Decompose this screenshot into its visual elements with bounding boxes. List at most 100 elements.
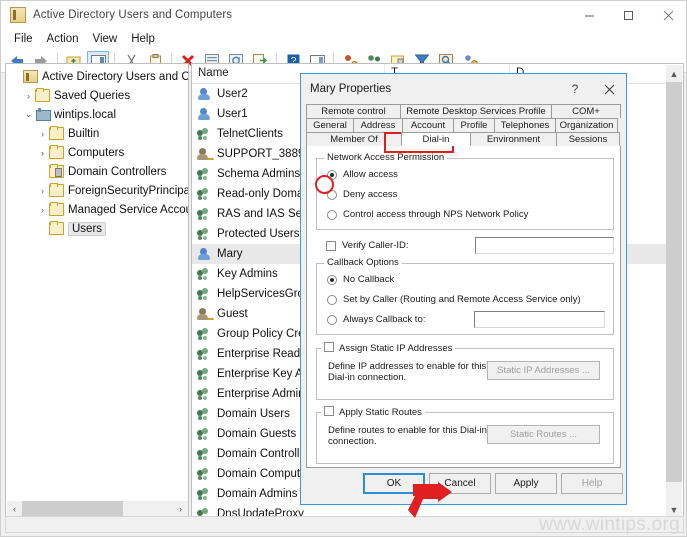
tree-item-domain-controllers[interactable]: Domain Controllers bbox=[8, 162, 188, 181]
group-icon bbox=[197, 327, 212, 341]
minimize-button[interactable] bbox=[570, 1, 609, 29]
menu-help[interactable]: Help bbox=[126, 32, 164, 47]
tab-account[interactable]: Account bbox=[402, 118, 454, 132]
assign-static-ip-checkbox[interactable] bbox=[324, 342, 334, 352]
folder-icon bbox=[35, 88, 50, 102]
tree-item-saved-queries[interactable]: › Saved Queries bbox=[8, 86, 188, 105]
tab-dial-in[interactable]: Dial-in bbox=[401, 132, 471, 146]
group-icon bbox=[197, 347, 212, 361]
folder-icon bbox=[49, 202, 64, 216]
folder-icon bbox=[49, 183, 64, 197]
tree-item-wintips-local[interactable]: ⌄ wintips.local bbox=[8, 105, 188, 124]
list-item-label: User1 bbox=[217, 108, 248, 120]
tab-organization[interactable]: Organization bbox=[555, 118, 618, 132]
radio-dot-icon bbox=[327, 209, 337, 220]
tree-item-root[interactable]: Active Directory Users and Computers bbox=[8, 67, 188, 86]
tab-com-plus[interactable]: COM+ bbox=[551, 104, 621, 118]
tree-item-foreignsecurityprincipals[interactable]: › ForeignSecurityPrincipals bbox=[8, 181, 188, 200]
assign-static-ip-legend-wrap[interactable]: Assign Static IP Addresses bbox=[321, 342, 456, 354]
tree-twisty[interactable]: › bbox=[36, 126, 49, 142]
dial-in-tab-panel: Network Access Permission Allow access D… bbox=[306, 146, 621, 468]
dialog-help-button[interactable]: ? bbox=[558, 74, 592, 104]
tab-member-of[interactable]: Member Of bbox=[306, 132, 402, 146]
tree-item-label: wintips.local bbox=[54, 108, 116, 121]
folder-icon bbox=[49, 221, 64, 235]
close-button[interactable] bbox=[648, 1, 686, 29]
tab-environment[interactable]: Environment bbox=[470, 132, 557, 146]
list-item-label: Mary bbox=[217, 248, 243, 260]
apply-static-routes-label: Apply Static Routes bbox=[339, 407, 422, 418]
tab-general[interactable]: General bbox=[306, 118, 354, 132]
console-icon bbox=[10, 7, 26, 23]
tab-remote-desktop-services-profile[interactable]: Remote Desktop Services Profile bbox=[400, 104, 552, 118]
scroll-right-icon[interactable]: › bbox=[173, 501, 188, 516]
ok-button[interactable]: OK bbox=[363, 473, 425, 494]
scroll-up-icon[interactable]: ▲ bbox=[666, 65, 682, 82]
radio-dot-icon bbox=[327, 294, 337, 305]
dialog-title-buttons: ? bbox=[558, 74, 626, 104]
scroll-thumb[interactable] bbox=[22, 501, 123, 516]
deny-access-radio[interactable]: Deny access bbox=[327, 189, 397, 200]
apply-static-routes-description: Define routes to enable for this Dial-in… bbox=[328, 425, 487, 447]
tree-item-builtin[interactable]: › Builtin bbox=[8, 124, 188, 143]
apply-static-routes-checkbox[interactable] bbox=[324, 406, 334, 416]
tree-twisty[interactable]: › bbox=[36, 145, 49, 161]
no-callback-radio[interactable]: No Callback bbox=[327, 274, 394, 285]
control-access-nps-radio[interactable]: Control access through NPS Network Polic… bbox=[327, 209, 528, 220]
folder-icon bbox=[49, 126, 64, 140]
group-icon bbox=[197, 487, 212, 501]
tree-horizontal-scrollbar[interactable]: ‹ › bbox=[7, 501, 188, 516]
menu-action[interactable]: Action bbox=[42, 32, 88, 47]
tree-twisty[interactable]: › bbox=[36, 202, 49, 218]
verify-caller-id-input[interactable] bbox=[475, 237, 614, 254]
dialog-close-button[interactable] bbox=[592, 74, 626, 104]
tree-item-managed-service-accounts[interactable]: › Managed Service Accounts bbox=[8, 200, 188, 219]
tree-twisty[interactable] bbox=[10, 69, 23, 85]
console-tree-pane: Active Directory Users and Computers › S… bbox=[5, 63, 189, 518]
always-callback-radio[interactable]: Always Callback to: bbox=[327, 314, 425, 325]
scroll-thumb[interactable] bbox=[666, 82, 682, 482]
menu-file[interactable]: File bbox=[9, 32, 42, 47]
tree-twisty[interactable]: › bbox=[36, 183, 49, 199]
group-icon bbox=[197, 287, 212, 301]
tree-twisty[interactable] bbox=[36, 164, 49, 180]
tree-twisty[interactable] bbox=[36, 221, 49, 237]
allow-access-radio[interactable]: Allow access bbox=[327, 169, 398, 180]
list-item-label: User2 bbox=[217, 88, 248, 100]
tree-twisty[interactable]: ⌄ bbox=[22, 107, 35, 123]
group-icon bbox=[197, 407, 212, 421]
apply-static-routes-legend-wrap[interactable]: Apply Static Routes bbox=[321, 406, 425, 418]
scroll-left-icon[interactable]: ‹ bbox=[7, 501, 22, 516]
tree-item-computers[interactable]: › Computers bbox=[8, 143, 188, 162]
tree-twisty[interactable]: › bbox=[22, 88, 35, 104]
list-vertical-scrollbar[interactable]: ▲ ▼ bbox=[666, 65, 682, 517]
user-icon bbox=[197, 107, 212, 121]
maximize-button[interactable] bbox=[609, 1, 648, 29]
dialog-titlebar: Mary Properties ? bbox=[301, 74, 626, 104]
group-icon bbox=[197, 387, 212, 401]
apply-button[interactable]: Apply bbox=[495, 473, 557, 494]
ou-folder-icon bbox=[49, 164, 64, 178]
verify-caller-id-checkbox[interactable]: Verify Caller-ID: bbox=[326, 240, 409, 251]
allow-access-label: Allow access bbox=[343, 169, 398, 180]
tab-sessions[interactable]: Sessions bbox=[556, 132, 620, 146]
tree-item-users[interactable]: Users bbox=[8, 219, 188, 238]
tab-profile[interactable]: Profile bbox=[453, 118, 495, 132]
tab-remote-control[interactable]: Remote control bbox=[306, 104, 401, 118]
tab-address[interactable]: Address bbox=[353, 118, 403, 132]
scroll-track[interactable] bbox=[22, 501, 173, 516]
cancel-button[interactable]: Cancel bbox=[429, 473, 491, 494]
always-callback-input[interactable] bbox=[474, 311, 605, 328]
static-ip-addresses-button[interactable]: Static IP Addresses ... bbox=[487, 361, 600, 380]
group-icon bbox=[197, 447, 212, 461]
tree-item-label: Saved Queries bbox=[54, 89, 131, 102]
list-item-label: Domain Users bbox=[217, 408, 290, 420]
radio-dot-icon bbox=[327, 274, 337, 285]
static-routes-button[interactable]: Static Routes ... bbox=[487, 425, 600, 444]
tree-item-label: Builtin bbox=[68, 127, 100, 140]
menu-view[interactable]: View bbox=[88, 32, 127, 47]
dialog-title: Mary Properties bbox=[310, 83, 392, 95]
set-by-caller-radio[interactable]: Set by Caller (Routing and Remote Access… bbox=[327, 294, 581, 305]
tab-telephones[interactable]: Telephones bbox=[494, 118, 556, 132]
group-icon bbox=[197, 227, 212, 241]
